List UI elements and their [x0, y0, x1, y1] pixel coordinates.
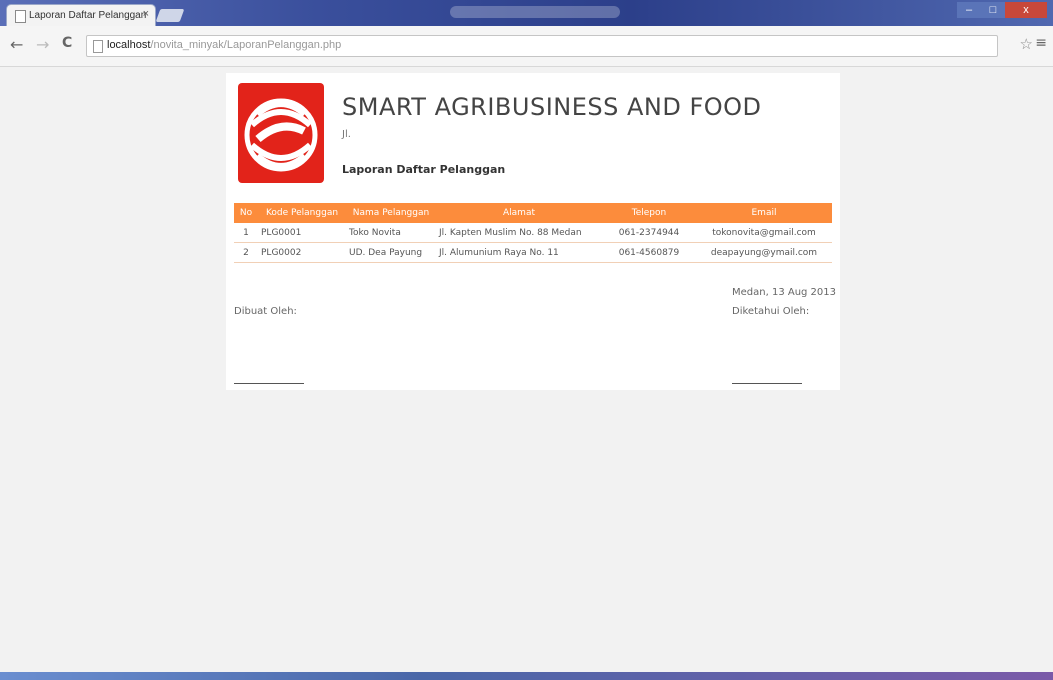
url-text: localhost/novita_minyak/LaporanPelanggan…: [107, 39, 341, 51]
signature-line-left: [234, 383, 304, 384]
bookmark-star-icon[interactable]: ☆: [1020, 35, 1033, 53]
customer-table: No Kode Pelanggan Nama Pelanggan Alamat …: [234, 203, 832, 263]
new-tab-button[interactable]: [155, 9, 185, 22]
col-header-alamat: Alamat: [436, 203, 602, 223]
cell-email: deapayung@ymail.com: [696, 242, 832, 263]
page-icon: [93, 40, 103, 53]
window-controls: – □ x: [957, 2, 1047, 18]
close-window-button[interactable]: x: [1005, 2, 1047, 18]
report-title: Laporan Daftar Pelanggan: [342, 163, 506, 176]
company-logo: [238, 83, 324, 183]
table-row: 2 PLG0002 UD. Dea Payung Jl. Alumunium R…: [234, 242, 832, 263]
window-titlebar: Laporan Daftar Pelanggan × – □ x: [0, 0, 1053, 27]
cell-alamat: Jl. Alumunium Raya No. 11: [436, 242, 602, 263]
cell-no: 2: [234, 242, 258, 263]
reload-button[interactable]: C: [62, 35, 72, 51]
cell-email: tokonovita@gmail.com: [696, 223, 832, 243]
cell-kode: PLG0002: [258, 242, 346, 263]
report-page: SMART AGRIBUSINESS AND FOOD Jl. Laporan …: [226, 73, 840, 390]
tab-close-button[interactable]: ×: [143, 8, 149, 20]
col-header-email: Email: [696, 203, 832, 223]
tab-title: Laporan Daftar Pelanggan: [29, 10, 147, 21]
taskbar: [0, 672, 1053, 680]
cell-nama: UD. Dea Payung: [346, 242, 436, 263]
col-header-kode: Kode Pelanggan: [258, 203, 346, 223]
cell-nama: Toko Novita: [346, 223, 436, 243]
signature-line-right: [732, 383, 802, 384]
minimize-button[interactable]: –: [957, 2, 981, 18]
cell-alamat: Jl. Kapten Muslim No. 88 Medan: [436, 223, 602, 243]
url-host: localhost: [107, 39, 151, 51]
window-title: [450, 6, 620, 18]
page-icon: [15, 10, 26, 23]
cell-telepon: 061-2374944: [602, 223, 696, 243]
table-row: 1 PLG0001 Toko Novita Jl. Kapten Muslim …: [234, 223, 832, 243]
menu-icon[interactable]: ≡: [1035, 35, 1047, 51]
maximize-button[interactable]: □: [981, 2, 1005, 18]
table-header-row: No Kode Pelanggan Nama Pelanggan Alamat …: [234, 203, 832, 223]
browser-toolbar: ← → C localhost/novita_minyak/LaporanPel…: [0, 26, 1053, 67]
forward-button[interactable]: →: [36, 35, 49, 54]
cell-telepon: 061-4560879: [602, 242, 696, 263]
url-path: /novita_minyak/LaporanPelanggan.php: [150, 39, 342, 51]
cell-kode: PLG0001: [258, 223, 346, 243]
company-address: Jl.: [342, 129, 351, 140]
made-by-label: Dibuat Oleh:: [234, 306, 297, 317]
col-header-telepon: Telepon: [602, 203, 696, 223]
known-by-label: Diketahui Oleh:: [732, 306, 810, 317]
company-name: SMART AGRIBUSINESS AND FOOD: [342, 93, 762, 121]
tab-laporan[interactable]: Laporan Daftar Pelanggan ×: [6, 4, 156, 27]
col-header-nama: Nama Pelanggan: [346, 203, 436, 223]
back-button[interactable]: ←: [10, 35, 23, 54]
place-date: Medan, 13 Aug 2013: [732, 287, 837, 298]
address-bar[interactable]: localhost/novita_minyak/LaporanPelanggan…: [86, 35, 998, 57]
cell-no: 1: [234, 223, 258, 243]
col-header-no: No: [234, 203, 258, 223]
